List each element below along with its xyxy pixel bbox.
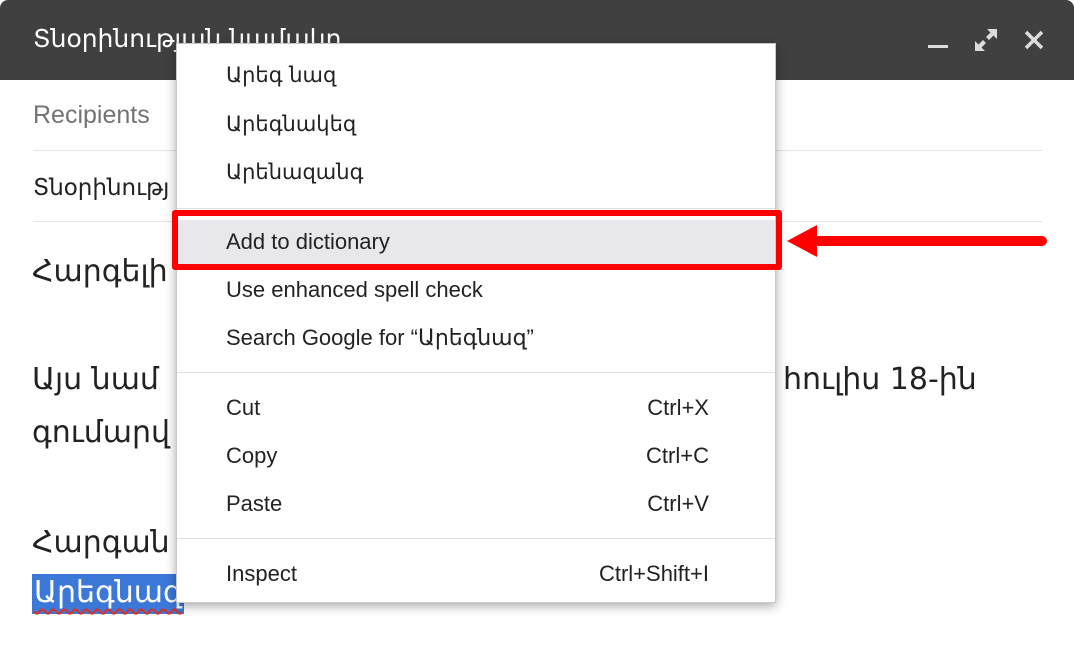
menu-item-enhanced-spell-check[interactable]: Use enhanced spell check [177, 268, 775, 312]
close-button[interactable] [1018, 24, 1050, 56]
context-menu: Արեգ նազ Արեգնակեզ Արենազանգ Add to dict… [176, 43, 776, 603]
menu-item-search-google[interactable]: Search Google for “Արեգնազ” [177, 316, 775, 360]
menu-item-cut[interactable]: Cut Ctrl+X [177, 386, 775, 430]
menu-separator [177, 372, 775, 373]
menu-item-inspect[interactable]: Inspect Ctrl+Shift+I [177, 552, 775, 596]
recipients-placeholder: Recipients [33, 101, 150, 129]
menu-item-shortcut: Ctrl+Shift+I [598, 561, 709, 586]
menu-item-label: Inspect [226, 561, 297, 586]
body-line-2-start: Այս նամ [32, 362, 159, 397]
menu-item-label: Cut [226, 395, 261, 420]
menu-item-label: Paste [226, 491, 283, 516]
menu-item-shortcut: Ctrl+X [647, 395, 709, 420]
annotation-arrow-icon [787, 225, 1047, 257]
body-line-greeting: Հարգելի [32, 254, 168, 289]
menu-item-suggestion-2[interactable]: Արեգնակեզ [177, 102, 775, 146]
minimize-icon [928, 45, 948, 48]
selected-misspelled-word[interactable]: Արեգնազ [32, 574, 185, 614]
body-line-closing: Հարգան [32, 525, 170, 560]
fullscreen-icon [975, 29, 997, 51]
menu-item-label: Use enhanced spell check [226, 277, 483, 302]
menu-item-paste[interactable]: Paste Ctrl+V [177, 482, 775, 526]
annotation-highlight-box [172, 210, 782, 270]
menu-item-label: Copy [226, 443, 278, 468]
body-line-2-end: հուլիս 18-ին [783, 362, 977, 397]
menu-item-suggestion-1[interactable]: Արեգ նազ [177, 53, 775, 97]
fullscreen-button[interactable] [970, 24, 1002, 56]
subject-text: Տնօրինությ [33, 175, 170, 201]
menu-item-label: Search Google for “Արեգնազ” [226, 325, 534, 350]
menu-item-suggestion-3[interactable]: Արենազանգ [177, 150, 775, 194]
close-icon [1024, 30, 1044, 50]
compose-window: Տնօրինության նամակը Recipients Տնօրինութ… [0, 0, 1074, 660]
menu-item-shortcut: Ctrl+C [646, 443, 709, 468]
menu-item-copy[interactable]: Copy Ctrl+C [177, 434, 775, 478]
menu-separator [177, 208, 775, 209]
menu-separator [177, 538, 775, 539]
minimize-button[interactable] [922, 24, 954, 56]
body-line-3: գումարվ [32, 415, 171, 450]
menu-item-shortcut: Ctrl+V [647, 491, 709, 516]
